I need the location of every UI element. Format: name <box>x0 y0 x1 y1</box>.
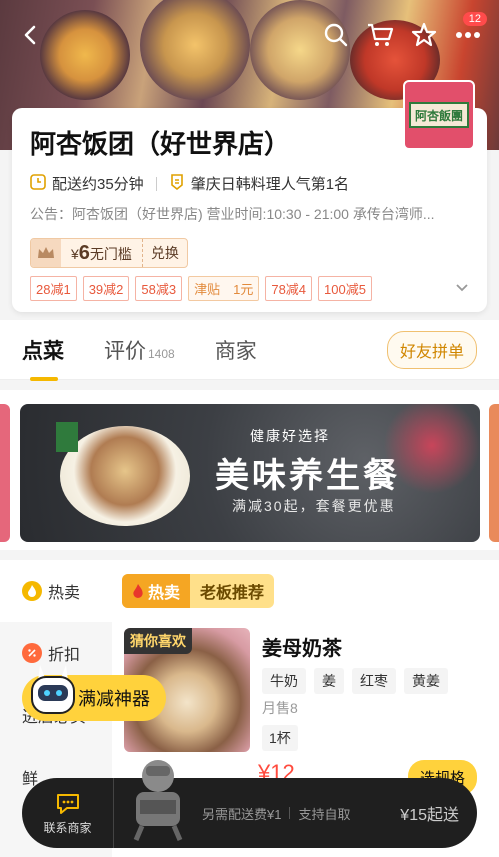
favorite-star-icon[interactable] <box>407 18 441 52</box>
dish-option: 姜 <box>314 668 344 694</box>
contact-merchant-button[interactable]: 联系商家 <box>22 778 114 848</box>
group-order-button[interactable]: 好友拼单 <box>386 330 477 369</box>
shop-logo: 阿杏飯團 <box>403 80 475 150</box>
dish-option: 牛奶 <box>262 668 306 694</box>
promo-tag: 78减4 <box>265 276 313 301</box>
tab-merchant[interactable]: 商家 <box>215 335 257 365</box>
delivery-clock-icon <box>30 173 46 194</box>
promo-banner-strip: 健康好选择 美味养生餐 满减30起，套餐更优惠 <box>0 390 499 550</box>
category-title: 老板推荐 <box>200 585 265 602</box>
flame-icon <box>22 581 42 601</box>
coupon-amount: ¥6无门槛 <box>71 241 132 264</box>
sidebar-item-label: 折扣 <box>48 647 81 664</box>
tab-reviews[interactable]: 评价 1408 <box>104 335 175 365</box>
self-pickup: 支持自取 <box>298 806 351 822</box>
dish-options: 牛奶 姜 红枣 黄姜 <box>262 668 448 694</box>
dish-tag: 猜你喜欢 <box>124 628 192 654</box>
delivery-info: 另需配送费¥1 支持自取 <box>202 804 350 823</box>
coupon-card[interactable]: ¥6无门槛 兑换 <box>30 238 188 268</box>
dish-option: 黄姜 <box>404 668 448 694</box>
category-hot-label: 热卖 <box>122 574 191 608</box>
contact-label: 联系商家 <box>43 820 92 835</box>
cart-count-badge: 12 <box>462 12 487 26</box>
chat-icon <box>56 793 79 814</box>
chevron-down-icon[interactable] <box>455 280 469 298</box>
shop-info-card: 阿杏飯團 阿杏饭团（好世界店） 配送约35分钟 肇庆日韩料理人气第1名 公告：阿… <box>12 80 487 312</box>
min-order-button[interactable]: ¥15起送 <box>400 801 459 825</box>
dish-unit: 1杯 <box>262 725 298 751</box>
category-header: 热卖 老板推荐 <box>122 574 275 608</box>
promo-tag: 28减1 <box>30 276 77 301</box>
banner-subtitle: 健康好选择 <box>250 428 330 444</box>
cart-mascot[interactable] <box>114 760 202 848</box>
banner-next-peek[interactable] <box>489 404 499 542</box>
sidebar-item-hot[interactable]: 热卖 <box>0 560 112 622</box>
delivery-rider-icon <box>133 760 183 841</box>
shop-notice[interactable]: 公告：阿杏饭团（好世界店) 营业时间:10:30 - 21:00 承传台湾师..… <box>30 204 469 224</box>
flame-icon <box>133 584 143 598</box>
bowl-label <box>56 422 78 452</box>
cart-icon[interactable] <box>363 18 397 52</box>
promo-tag: 58减3 <box>135 276 183 301</box>
banner-prev-peek[interactable] <box>0 404 10 542</box>
promo-banner[interactable]: 健康好选择 美味养生餐 满减30起，套餐更优惠 <box>20 404 480 542</box>
coupon-exchange-button[interactable]: 兑换 <box>141 239 187 267</box>
berry-image <box>360 404 480 542</box>
promo-tag: 39减2 <box>82 276 130 301</box>
search-icon[interactable] <box>319 18 353 52</box>
promo-tag: 津贴 1元 <box>188 276 260 301</box>
promo-tag: 100减5 <box>318 276 372 301</box>
shop-logo-text: 阿杏飯團 <box>409 102 469 128</box>
delivery-time: 配送约35分钟 <box>52 176 144 193</box>
shop-ranking[interactable]: 肇庆日韩料理人气第1名 <box>191 173 349 194</box>
ranking-icon <box>169 173 185 194</box>
back-icon[interactable] <box>14 18 48 52</box>
discount-icon <box>22 643 42 663</box>
robot-mascot-icon <box>31 665 75 714</box>
discount-helper-label: 满减神器 <box>78 689 150 709</box>
bottom-cart-bar: 联系商家 另需配送费¥1 支持自取 ¥15起送 <box>22 760 477 848</box>
crown-icon <box>31 239 61 267</box>
sidebar-item-label: 热卖 <box>48 585 81 602</box>
dish-sales: 月售8 <box>262 700 298 716</box>
bowl-image <box>60 426 190 526</box>
promo-list[interactable]: 28减1 39减2 58减3 津贴 1元 78减4 100减5 <box>30 276 469 301</box>
dish-option: 红枣 <box>352 668 396 694</box>
discount-helper-button[interactable]: 满减神器 <box>22 665 166 721</box>
dish-name[interactable]: 姜母奶茶 <box>262 632 342 661</box>
tab-bar: 点菜 评价 1408 商家 好友拼单 <box>0 320 499 381</box>
tab-order[interactable]: 点菜 <box>22 335 64 381</box>
delivery-fee: 另需配送费¥1 <box>202 806 282 822</box>
